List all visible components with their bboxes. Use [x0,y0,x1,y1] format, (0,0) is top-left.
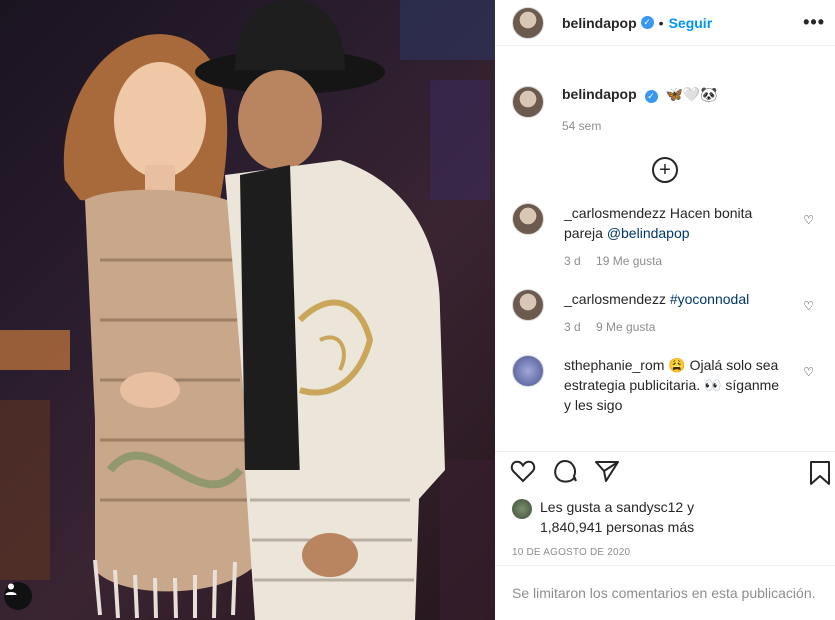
like-heart-icon[interactable] [510,459,536,483]
author-username[interactable]: belindapop [562,15,637,31]
caption-username[interactable]: belindapop [562,86,637,102]
like-comment-heart-icon[interactable]: ♡ [803,299,814,313]
caption: belindapop ✓ 🦋🤍🐼 54 sem [512,46,818,133]
liker-avatar[interactable] [512,499,532,519]
verified-icon: ✓ [640,16,654,29]
follow-button[interactable]: Seguir [669,15,713,31]
share-send-icon[interactable] [594,459,620,483]
post-photo[interactable] [0,0,495,620]
comment-avatar[interactable] [512,203,544,235]
like-comment-heart-icon[interactable]: ♡ [803,213,814,227]
photo-illustration [0,0,495,620]
separator-dot: • [658,14,664,31]
likes-count[interactable]: 1,840,941 personas más [540,517,694,537]
comments-limited-note: Se limitaron los comentarios en esta pub… [495,565,835,620]
likes-prefix: Les gusta a [540,499,613,515]
plus-circle-icon: + [652,157,678,183]
comment-username[interactable]: _carlosmendezz [564,291,666,307]
post-actions [495,451,835,489]
load-more-button[interactable]: + [512,157,818,183]
comment-time[interactable]: 3 d [564,320,581,334]
caption-avatar[interactable] [512,86,544,118]
save-bookmark-icon[interactable] [809,460,831,491]
post-header: belindapop ✓ • Seguir ••• [495,0,835,46]
post-panel: belindapop ✓ • Seguir ••• belindapop ✓ 🦋… [495,0,835,620]
likes-summary: Les gusta a sandysc12 y 1,840,941 person… [495,497,835,537]
comment-hashtag[interactable]: #yoconnodal [670,291,749,307]
more-options-icon[interactable]: ••• [803,12,825,33]
comment-likes[interactable]: 9 Me gusta [596,320,655,334]
comment-avatar[interactable] [512,289,544,321]
post-date[interactable]: 10 DE AGOSTO DE 2020 [495,547,835,558]
caption-text: 🦋🤍🐼 [665,86,718,102]
comment-bubble-icon[interactable] [552,458,578,484]
comments-list[interactable]: belindapop ✓ 🦋🤍🐼 54 sem + _carlosmendezz… [495,46,835,451]
likes-connector: y [687,499,695,515]
author-avatar[interactable] [512,6,544,39]
tagged-user-icon[interactable] [4,582,32,610]
verified-icon: ✓ [644,90,658,103]
liker-username[interactable]: sandysc12 [616,499,683,515]
comment-likes[interactable]: 19 Me gusta [596,254,662,268]
comment: sthephanie_rom 😩 Ojalá solo sea estrateg… [512,355,818,415]
comment-time[interactable]: 3 d [564,254,581,268]
comment-username[interactable]: sthephanie_rom [564,357,664,373]
comment-avatar[interactable] [512,355,544,387]
comment: _carlosmendezz #yoconnodal 3 d 9 Me gust… [512,289,818,337]
comment-mention[interactable]: @belindapop [607,225,690,241]
caption-time[interactable]: 54 sem [562,119,718,133]
comment-username[interactable]: _carlosmendezz [564,205,666,221]
like-comment-heart-icon[interactable]: ♡ [803,365,814,379]
comment: _carlosmendezz Hacen bonita pareja @beli… [512,203,818,271]
